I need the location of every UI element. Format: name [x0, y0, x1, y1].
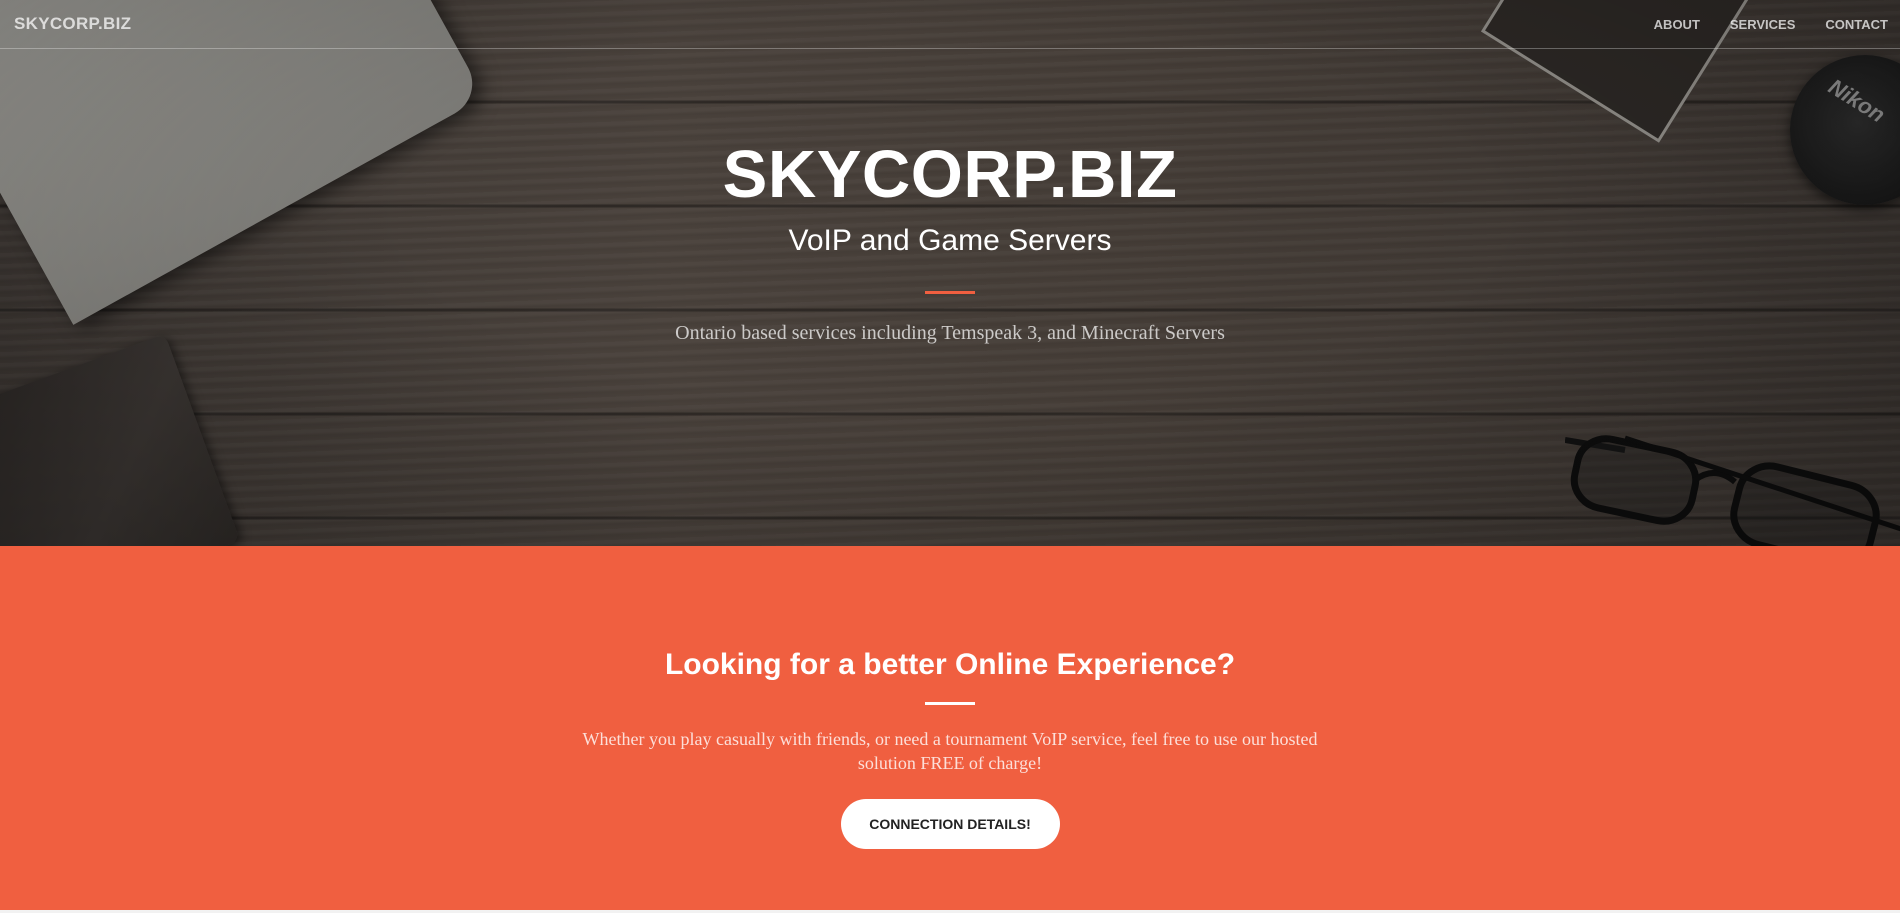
- cta-section: Looking for a better Online Experience? …: [0, 546, 1900, 910]
- hero-title: SKYCORP.BIZ: [722, 137, 1178, 212]
- nav-link-services[interactable]: SERVICES: [1730, 17, 1796, 32]
- pouch-image: [0, 333, 241, 546]
- connection-details-button[interactable]: CONNECTION DETAILS!: [840, 799, 1060, 849]
- hero-divider: [925, 291, 975, 294]
- cta-text: Whether you play casually with friends, …: [582, 729, 1318, 773]
- eyeglasses-image: [1565, 435, 1900, 546]
- nav-link-about[interactable]: ABOUT: [1654, 17, 1700, 32]
- hero-content: SKYCORP.BIZ VoIP and Game Servers Ontari…: [0, 135, 1900, 345]
- hero-description: Ontario based services including Temspea…: [675, 322, 1225, 344]
- nav-link-contact[interactable]: CONTACT: [1825, 17, 1888, 32]
- cta-title: Looking for a better Online Experience?: [664, 648, 1236, 681]
- hero-subtitle: VoIP and Game Servers: [788, 224, 1112, 257]
- top-navbar: SKYCORP.BIZ ABOUT SERVICES CONTACT: [0, 0, 1900, 49]
- cta-divider: [925, 702, 975, 705]
- brand-logo-link[interactable]: SKYCORP.BIZ: [14, 14, 131, 34]
- nav-links: ABOUT SERVICES CONTACT: [1624, 17, 1888, 32]
- hero-section: Nikon SKYCORP.BIZ ABOUT SERVICES CONTACT…: [0, 0, 1900, 546]
